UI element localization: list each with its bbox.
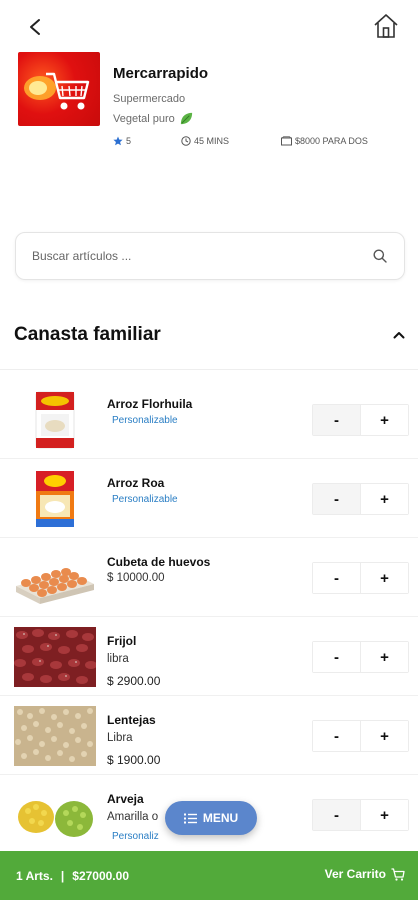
product-name: Arroz Roa bbox=[107, 476, 165, 490]
product-name: Frijol bbox=[107, 634, 137, 648]
rating: 5 bbox=[113, 136, 131, 146]
product-name: Arroz Florhuila bbox=[107, 397, 193, 411]
decrease-button[interactable]: - bbox=[313, 563, 361, 593]
customizable-link[interactable]: Personalizable bbox=[112, 494, 178, 505]
product-unit: Amarilla o bbox=[107, 811, 159, 823]
star-icon bbox=[113, 136, 123, 146]
search-input[interactable] bbox=[32, 249, 372, 263]
product-unit: Libra bbox=[107, 732, 133, 744]
increase-button[interactable]: + bbox=[361, 800, 408, 830]
delivery-time: 45 MINS bbox=[181, 136, 229, 146]
quantity-stepper: - + bbox=[312, 641, 409, 673]
cart-item-count: 1 Arts. bbox=[16, 869, 53, 883]
list-icon bbox=[183, 813, 197, 823]
back-button[interactable] bbox=[22, 14, 48, 40]
decrease-button[interactable]: - bbox=[313, 800, 361, 830]
product-price: $ 2900.00 bbox=[107, 674, 161, 688]
increase-button[interactable]: + bbox=[361, 721, 408, 751]
store-tag-label: Vegetal puro bbox=[113, 112, 175, 125]
product-image bbox=[14, 548, 96, 608]
rating-value: 5 bbox=[126, 136, 132, 146]
product-item: Cubeta de huevos $ 10000.00 - + bbox=[0, 538, 418, 617]
increase-button[interactable]: + bbox=[361, 563, 408, 593]
clock-icon bbox=[181, 136, 191, 146]
increase-button[interactable]: + bbox=[361, 642, 408, 672]
quantity-stepper: - + bbox=[312, 404, 409, 436]
top-bar bbox=[0, 0, 418, 52]
decrease-button[interactable]: - bbox=[313, 405, 361, 435]
product-image bbox=[14, 627, 96, 687]
view-cart-button[interactable]: Ver Carrito bbox=[325, 867, 405, 881]
cart-total: $27000.00 bbox=[72, 869, 129, 883]
product-item: Arroz Florhuila Personalizable - + bbox=[0, 380, 418, 459]
customizable-link[interactable]: Personaliz bbox=[112, 831, 159, 842]
view-cart-label: Ver Carrito bbox=[324, 867, 386, 881]
search-bar bbox=[15, 232, 405, 280]
wallet-icon bbox=[281, 136, 292, 146]
customizable-link[interactable]: Personalizable bbox=[112, 415, 178, 426]
menu-label: MENU bbox=[202, 811, 239, 825]
cart-separator: | bbox=[60, 869, 65, 883]
menu-button[interactable]: MENU bbox=[165, 801, 257, 835]
store-logo bbox=[18, 52, 100, 126]
increase-button[interactable]: + bbox=[361, 405, 408, 435]
decrease-button[interactable]: - bbox=[313, 642, 361, 672]
increase-button[interactable]: + bbox=[361, 484, 408, 514]
product-item: Frijol libra $ 2900.00 - + bbox=[0, 617, 418, 696]
store-name: Mercarrapido bbox=[113, 65, 209, 82]
price-for-two: $8000 PARA DOS bbox=[281, 136, 368, 146]
product-image bbox=[14, 785, 96, 845]
product-name: Lentejas bbox=[107, 713, 156, 727]
quantity-stepper: - + bbox=[312, 799, 409, 831]
cart-bar: 1 Arts. | $27000.00 Ver Carrito bbox=[0, 851, 418, 900]
category-title: Canasta familiar bbox=[14, 324, 161, 345]
leaf-icon bbox=[180, 112, 192, 125]
product-image bbox=[14, 469, 96, 529]
cart-summary: 1 Arts. | $27000.00 bbox=[16, 869, 129, 883]
back-arrow-icon bbox=[30, 19, 40, 35]
home-button[interactable] bbox=[372, 12, 400, 40]
category-header[interactable]: Canasta familiar bbox=[14, 322, 410, 352]
product-item: Lentejas Libra $ 1900.00 - + bbox=[0, 696, 418, 775]
product-price: $ 10000.00 bbox=[107, 572, 165, 584]
section-divider bbox=[0, 369, 418, 370]
store-tag: Vegetal puro bbox=[113, 111, 194, 126]
quantity-stepper: - + bbox=[312, 562, 409, 594]
decrease-button[interactable]: - bbox=[313, 721, 361, 751]
delivery-time-value: 45 MINS bbox=[194, 136, 230, 146]
product-item: Arroz Roa Personalizable - + bbox=[0, 459, 418, 538]
store-type: Supermercado bbox=[113, 93, 186, 105]
product-image bbox=[14, 390, 96, 450]
home-icon bbox=[374, 14, 398, 38]
search-button[interactable] bbox=[372, 248, 388, 264]
collapse-button[interactable] bbox=[390, 326, 408, 344]
price-for-two-value: $8000 PARA DOS bbox=[295, 136, 368, 146]
decrease-button[interactable]: - bbox=[313, 484, 361, 514]
product-unit: libra bbox=[107, 653, 129, 665]
product-price: $ 1900.00 bbox=[107, 753, 161, 767]
chevron-up-icon bbox=[393, 332, 405, 339]
product-name: Cubeta de huevos bbox=[107, 555, 211, 569]
quantity-stepper: - + bbox=[312, 720, 409, 752]
product-image bbox=[14, 706, 96, 766]
quantity-stepper: - + bbox=[312, 483, 409, 515]
cart-icon bbox=[391, 867, 405, 881]
product-name: Arveja bbox=[107, 792, 144, 806]
store-info: Mercarrapido Supermercado Vegetal puro 5… bbox=[18, 52, 408, 152]
search-icon bbox=[373, 249, 387, 263]
